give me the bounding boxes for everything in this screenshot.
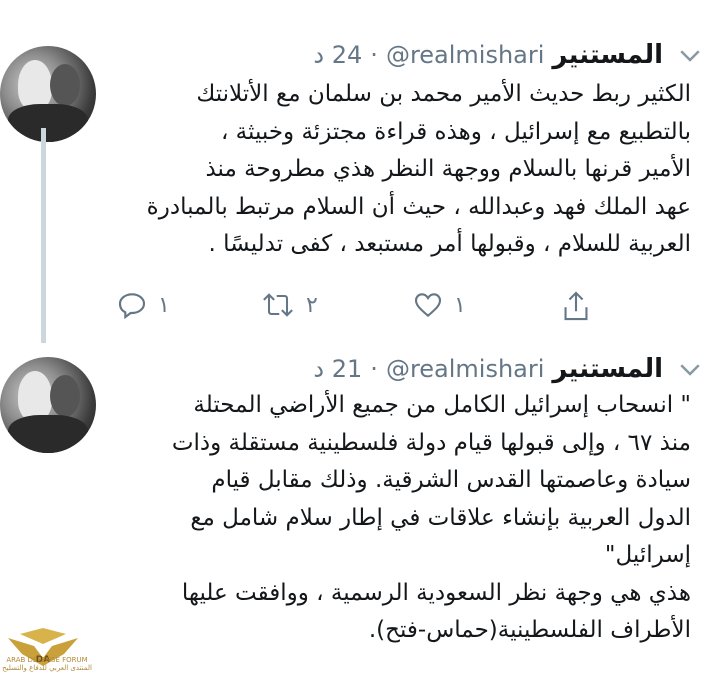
tweet-text: " انسحاب إسرائيل الكامل من جميع الأراضي …	[112, 387, 691, 650]
retweet-icon	[263, 293, 293, 317]
separator: ·	[370, 355, 378, 383]
tweet-line: منذ ٦٧ ، وإلى قبولها قيام دولة فلسطينية …	[171, 429, 691, 456]
tweet-line: الكثير ربط حديث الأمير محمد بن سلمان مع …	[196, 81, 691, 107]
like-button[interactable]: ١	[412, 289, 466, 321]
tweet-line: بالتطبيع مع إسرائيل ، وهذه قراءة مجتزئة …	[220, 118, 691, 145]
reply-count: ١	[158, 292, 170, 318]
separator: ·	[370, 41, 378, 69]
tweet-line: هذي هي وجهة نظر السعودية الرسمية ، ووافق…	[181, 579, 691, 606]
tweet-line: العربية للسلام ، وقبولها أمر مستبعد ، كف…	[208, 231, 691, 257]
like-icon	[414, 293, 442, 318]
tweet-header: المستنير @realmishari · 21 د	[120, 352, 663, 386]
tweet-line: " انسحاب إسرائيل الكامل من جميع الأراضي …	[193, 392, 691, 418]
watermark-subtitle: المنتدى العربي للدفاع والتسليح	[2, 664, 92, 672]
chevron-down-icon[interactable]	[675, 40, 705, 70]
display-name[interactable]: المستنير	[552, 354, 663, 384]
timestamp[interactable]: 21 د	[313, 355, 362, 383]
thread-line	[41, 128, 46, 343]
tweet-actions: ١ ٢ ١	[110, 289, 600, 333]
timestamp[interactable]: 24 د	[313, 41, 362, 69]
share-button[interactable]	[560, 289, 592, 323]
handle[interactable]: @realmishari	[386, 355, 544, 383]
tweet[interactable]: المستنير @realmishari · 21 د " انسحاب إس…	[0, 345, 711, 681]
reply-icon	[118, 293, 146, 320]
reply-button[interactable]: ١	[116, 289, 170, 321]
tweet-header: المستنير @realmishari · 24 د	[120, 38, 663, 72]
watermark-title: ARAB DEFENSE FORUM	[6, 656, 88, 664]
tweet-line: الأمير قرنها بالسلام ووجهة النظر هذي مطر…	[205, 156, 691, 182]
tweet-line: الدول العربية بإنشاء علاقات في إطار سلام…	[190, 504, 691, 531]
chevron-down-icon[interactable]	[675, 354, 705, 384]
share-icon	[564, 291, 588, 321]
tweet-line: الأطراف الفلسطينية(حماس-فتح).	[368, 617, 691, 643]
avatar[interactable]	[0, 357, 96, 453]
tweet-line: سيادة وعاصمتها القدس الشرقية. وذلك مقابل…	[211, 467, 691, 493]
handle[interactable]: @realmishari	[386, 41, 544, 69]
tweet[interactable]: المستنير @realmishari · 24 د الكثير ربط …	[0, 0, 711, 345]
avatar[interactable]	[0, 46, 96, 142]
watermark-text: ARAB DEFENSE FORUM المنتدى العربي للدفاع…	[2, 656, 92, 672]
tweet-text: الكثير ربط حديث الأمير محمد بن سلمان مع …	[112, 76, 691, 264]
tweet-line: إسرائيل"	[604, 542, 691, 568]
retweet-count: ٢	[306, 292, 318, 318]
retweet-button[interactable]: ٢	[260, 289, 318, 321]
like-count: ١	[454, 292, 466, 318]
display-name[interactable]: المستنير	[552, 40, 663, 70]
tweet-line: عهد الملك فهد وعبدالله ، حيث أن السلام م…	[146, 193, 691, 220]
